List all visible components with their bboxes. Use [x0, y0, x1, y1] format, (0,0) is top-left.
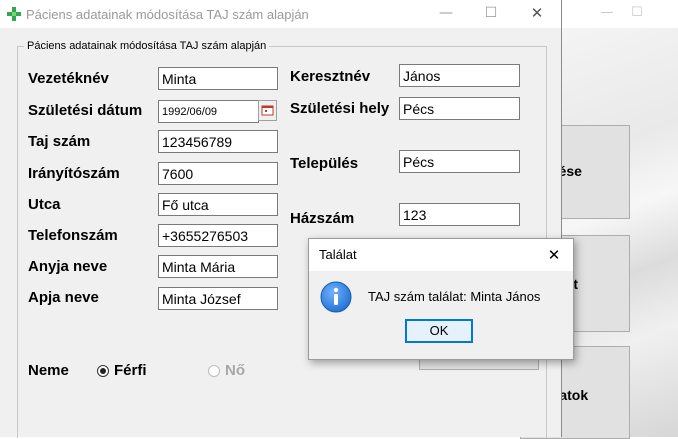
info-icon: [320, 281, 352, 313]
vezeteknev-input[interactable]: Minta: [158, 67, 278, 90]
telefonszam-label: Telefonszám: [28, 227, 118, 244]
no-radio[interactable]: [208, 365, 220, 377]
telefonszam-input[interactable]: +3655276503: [158, 224, 278, 247]
taj-szam-input[interactable]: 123456789: [158, 130, 278, 153]
ferfi-radio[interactable]: [97, 365, 109, 377]
bg-maximize-icon[interactable]: ☐: [622, 2, 652, 24]
found-message-box: Találat ✕ TAJ szám találat: Minta János …: [308, 238, 574, 360]
szuletesi-datum-picker[interactable]: 1992/06/09: [158, 100, 259, 123]
szuletesi-hely-input[interactable]: Pécs: [399, 97, 520, 120]
calendar-icon: [261, 105, 274, 116]
message-title: Találat: [319, 247, 357, 262]
szuletesi-datum-label: Születési dátum: [28, 102, 143, 119]
telepules-input[interactable]: Pécs: [399, 150, 520, 173]
ferfi-radio-label[interactable]: Férfi: [114, 362, 147, 379]
group-title: Páciens adatainak módosítása TAJ szám al…: [24, 40, 270, 52]
apja-neve-input[interactable]: Minta József: [158, 287, 278, 310]
message-body: TAJ szám találat: Minta János OK: [309, 271, 573, 359]
anyja-neve-input[interactable]: Minta Mária: [158, 255, 278, 278]
keresztnev-input[interactable]: János: [399, 64, 520, 87]
utca-input[interactable]: Fő utca: [158, 193, 278, 216]
anyja-neve-label: Anyja neve: [28, 258, 108, 275]
hazszam-label: Házszám: [290, 210, 355, 227]
bg-minimize-icon[interactable]: —: [592, 2, 622, 24]
minimize-icon[interactable]: —: [431, 2, 461, 24]
app-cross-icon: [7, 7, 21, 21]
iranyitoszam-label: Irányítószám: [28, 165, 120, 182]
close-icon[interactable]: ✕: [541, 243, 567, 267]
hazszam-input[interactable]: 123: [399, 203, 520, 226]
dialog-titlebar: Páciens adatainak módosítása TAJ szám al…: [0, 0, 561, 28]
apja-neve-label: Apja neve: [28, 289, 99, 306]
patient-edit-dialog: Páciens adatainak módosítása TAJ szám al…: [0, 0, 562, 438]
neme-label: Neme: [28, 362, 69, 379]
message-text: TAJ szám találat: Minta János: [368, 289, 541, 304]
szuletesi-hely-label: Születési hely: [290, 100, 390, 117]
close-icon[interactable]: ✕: [522, 2, 552, 24]
keresztnev-label: Keresztnév: [290, 68, 371, 85]
calendar-button[interactable]: [258, 100, 277, 121]
taj-szam-label: Taj szám: [28, 133, 91, 150]
message-titlebar: Találat ✕: [309, 239, 573, 271]
iranyitoszam-input[interactable]: 7600: [158, 162, 278, 185]
utca-label: Utca: [28, 196, 61, 213]
dialog-title: Páciens adatainak módosítása TAJ szám al…: [26, 7, 309, 22]
no-radio-label[interactable]: Nő: [225, 362, 245, 379]
maximize-icon[interactable]: ☐: [476, 2, 506, 24]
ok-button[interactable]: OK: [405, 319, 473, 343]
telepules-label: Település: [290, 155, 359, 172]
vezeteknev-label: Vezetéknév: [28, 70, 109, 87]
